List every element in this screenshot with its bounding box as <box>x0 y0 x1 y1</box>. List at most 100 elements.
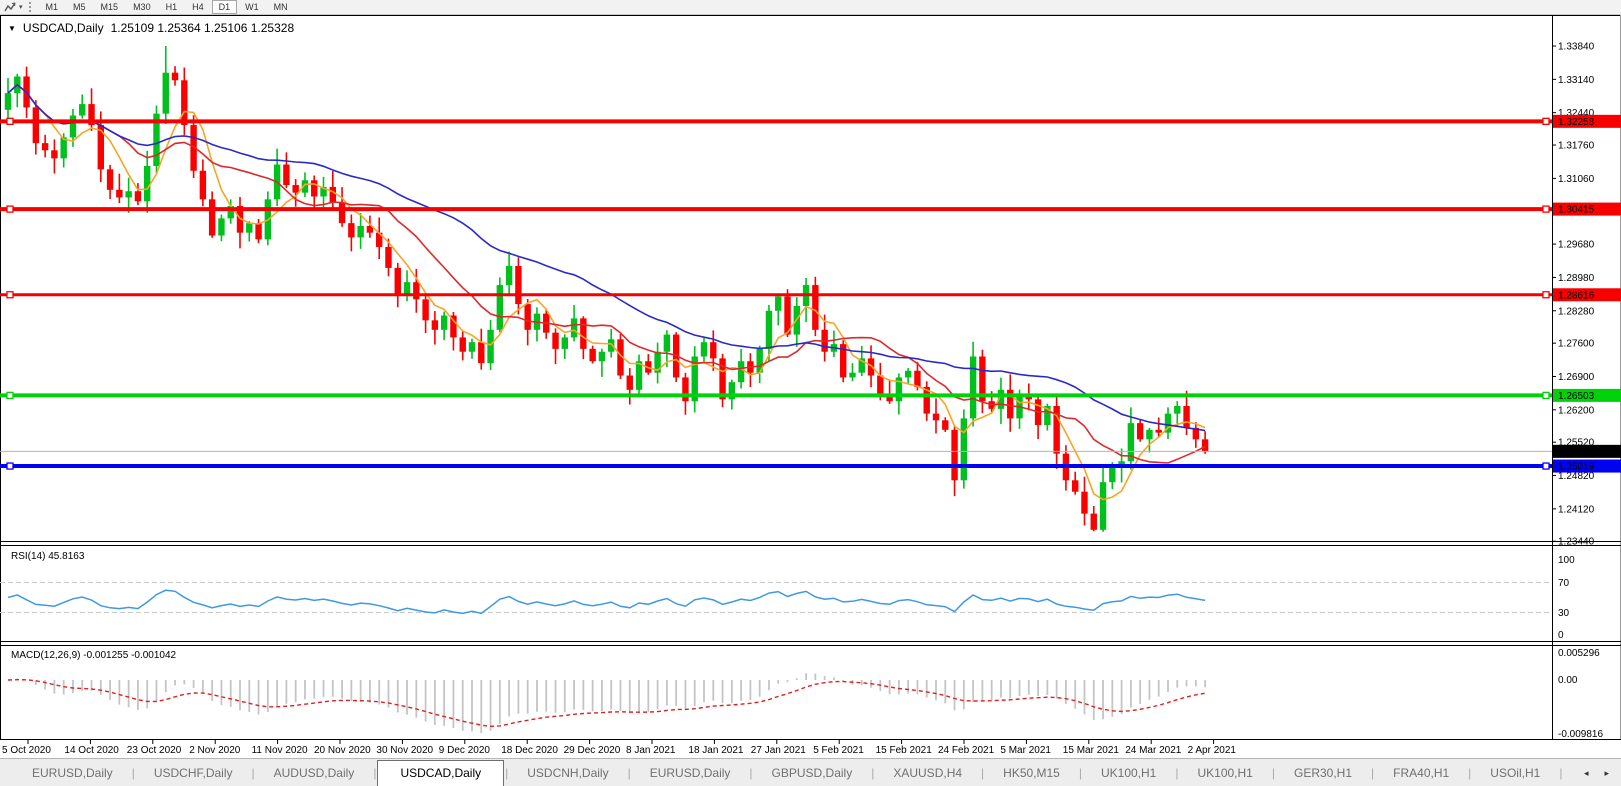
candle-body <box>348 223 355 238</box>
tab-usdcnh-daily[interactable]: USDCNH,Daily <box>509 761 626 785</box>
candle-body <box>283 164 290 186</box>
price-tick-label: 1.33140 <box>1558 75 1595 86</box>
rsi-indicator-label: RSI(14) 45.8163 <box>11 551 85 562</box>
line-handle-marker[interactable] <box>1542 205 1550 213</box>
tab-uk100-h1[interactable]: UK100,H1 <box>1179 761 1270 785</box>
candle-body <box>116 189 123 198</box>
price-tick-label: 1.31760 <box>1558 141 1595 152</box>
moving-average-mid <box>7 83 1206 464</box>
date-tick-label: 15 Mar 2021 <box>1063 745 1120 756</box>
date-tick-label: 24 Feb 2021 <box>938 745 995 756</box>
level-price-badge-text: 1.25019 <box>1558 462 1595 473</box>
tab-uk100-h1[interactable]: UK100,H1 <box>1083 761 1174 785</box>
candle-body <box>468 342 476 352</box>
date-tick-label: 27 Jan 2021 <box>751 745 806 756</box>
chart-canvas[interactable]: 1.338401.331401.324401.317601.310601.296… <box>0 0 1621 758</box>
tab-usdchf-daily[interactable]: USDCHF,Daily <box>136 761 251 785</box>
rsi-axis-label: 100 <box>1558 555 1575 566</box>
candle-body <box>765 310 773 349</box>
date-tick-label: 9 Dec 2020 <box>439 745 491 756</box>
macd-indicator-label: MACD(12,26,9) -0.001255 -0.001042 <box>11 650 177 661</box>
candle-body <box>208 199 216 236</box>
candle-body <box>69 115 77 138</box>
macd-signal-line <box>7 678 1206 728</box>
price-tick-label: 1.31060 <box>1558 174 1595 185</box>
rsi-line <box>7 589 1206 615</box>
line-handle-marker[interactable] <box>6 117 14 125</box>
date-tick-label: 14 Oct 2020 <box>64 745 119 756</box>
tab-usdcad-daily[interactable]: USDCAD,Daily <box>377 759 505 786</box>
symbol-dropdown-caret-icon[interactable]: ▼ <box>8 24 16 33</box>
line-handle-marker[interactable] <box>1542 291 1550 299</box>
line-handle-marker[interactable] <box>1542 117 1550 125</box>
line-handle-marker[interactable] <box>1542 391 1550 400</box>
candle-body <box>1183 406 1190 428</box>
candle-body <box>403 282 411 295</box>
candle-body <box>311 180 318 197</box>
candle-body <box>32 107 40 144</box>
price-tick-label: 1.24820 <box>1558 471 1595 482</box>
tab-xauusd-h4[interactable]: XAUUSD,H4 <box>875 761 980 785</box>
line-handle-marker[interactable] <box>6 291 14 299</box>
candle-body <box>942 420 949 430</box>
price-tick-label: 1.29680 <box>1558 240 1595 251</box>
tab-hk50-m15[interactable]: HK50,M15 <box>985 761 1078 785</box>
candle-body <box>106 169 114 190</box>
candle-body <box>1099 482 1107 530</box>
candle-body <box>144 166 151 202</box>
candle-body <box>394 267 401 295</box>
candle-body <box>635 361 643 390</box>
candle-body <box>487 329 494 364</box>
candle-body <box>60 137 67 159</box>
candle-body <box>737 361 745 383</box>
rsi-axis-label: 70 <box>1558 578 1570 589</box>
candle-body <box>1174 406 1181 414</box>
price-tick-label: 1.28280 <box>1558 306 1595 317</box>
tab-usoil-h1[interactable]: USOil,H1 <box>1472 761 1558 785</box>
candle-body <box>598 351 606 362</box>
tab-usdjpy-h1[interactable]: USDJPY,H1 <box>1563 761 1580 785</box>
tab-ger30-h1[interactable]: GER30,H1 <box>1276 761 1370 785</box>
candle-body <box>904 370 912 378</box>
line-handle-marker[interactable] <box>6 462 14 470</box>
candle-body <box>812 285 819 330</box>
candle-body <box>561 337 568 349</box>
candle-body <box>329 186 336 203</box>
candle-body <box>1146 429 1153 440</box>
date-tick-label: 24 Mar 2021 <box>1125 745 1182 756</box>
candle-body <box>357 226 364 238</box>
candle-body <box>1072 480 1079 492</box>
tab-scroll-arrows: ◂ ▸ <box>1580 768 1621 779</box>
candle-body <box>552 332 559 349</box>
tab-audusd-daily[interactable]: AUDUSD,Daily <box>256 761 373 785</box>
price-tick-label: 1.26200 <box>1558 405 1595 416</box>
date-tick-label: 18 Jan 2021 <box>688 745 743 756</box>
candle-body <box>589 348 596 362</box>
candle-body <box>292 185 299 193</box>
tab-gbpusd-daily[interactable]: GBPUSD,Daily <box>754 761 871 785</box>
candle-body <box>431 320 439 330</box>
date-tick-label: 5 Oct 2020 <box>2 745 51 756</box>
candle-body <box>79 104 86 116</box>
candle-body <box>413 282 420 300</box>
candle-body <box>125 191 132 198</box>
tab-eurusd-daily[interactable]: EURUSD,Daily <box>632 761 749 785</box>
chart-tabs: EURUSD,Daily | USDCHF,Daily | AUDUSD,Daily | U… <box>0 759 1580 786</box>
tabs-scroll-left-icon[interactable]: ◂ <box>1584 768 1589 779</box>
chart-tabs-bar: EURUSD,Daily | USDCHF,Daily | AUDUSD,Daily | U… <box>0 758 1621 786</box>
line-handle-marker[interactable] <box>1542 462 1550 470</box>
candle-body <box>4 93 12 110</box>
date-tick-label: 5 Mar 2021 <box>1000 745 1051 756</box>
tab-fra40-h1[interactable]: FRA40,H1 <box>1375 761 1467 785</box>
date-tick-label: 30 Nov 2020 <box>376 745 433 756</box>
candle-body <box>515 266 522 305</box>
level-price-badge-text: 1.26503 <box>1558 391 1595 402</box>
line-handle-marker[interactable] <box>6 391 14 400</box>
tabs-scroll-right-icon[interactable]: ▸ <box>1604 768 1609 779</box>
candle-body <box>1081 491 1088 514</box>
level-price-badge-text: 1.28616 <box>1558 290 1595 301</box>
line-handle-marker[interactable] <box>6 205 14 213</box>
candle-body <box>570 318 578 338</box>
candle-body <box>932 413 940 421</box>
tab-eurusd-daily[interactable]: EURUSD,Daily <box>14 761 131 785</box>
